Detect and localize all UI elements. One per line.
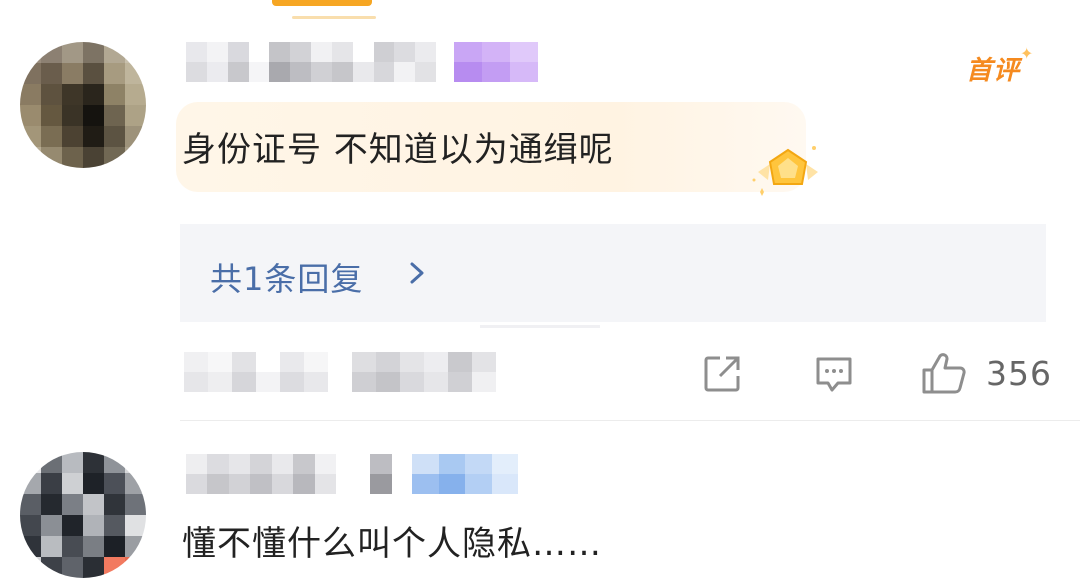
reply-summary-box[interactable]: 共1条回复 (180, 224, 1046, 322)
first-comment-badge: 首评 ✦ (966, 44, 1036, 86)
comment-text: 身份证号 不知道以为通缉呢 (182, 130, 614, 170)
comment-meta (184, 352, 496, 392)
top-accent-underline (292, 16, 376, 19)
chevron-right-icon (406, 260, 428, 286)
member-tag (454, 42, 538, 82)
reply-count-link[interactable]: 共1条回复 (210, 254, 363, 300)
comment-divider (180, 420, 1080, 421)
member-tag (412, 454, 518, 494)
medal-icon (748, 140, 828, 200)
avatar[interactable] (20, 42, 146, 168)
like-count: 356 (986, 354, 1052, 393)
top-accent-bar (272, 0, 372, 6)
avatar[interactable] (20, 452, 146, 578)
like-icon[interactable] (920, 350, 968, 398)
sparkle-icon: ✦ (1020, 44, 1035, 63)
separator (480, 325, 600, 328)
comment-icon[interactable] (812, 352, 856, 396)
username-extra (370, 454, 392, 494)
share-icon[interactable] (700, 352, 744, 396)
username[interactable] (186, 454, 336, 494)
comment-text: 懂不懂什么叫个人隐私…… (182, 524, 602, 564)
username[interactable] (186, 42, 436, 82)
